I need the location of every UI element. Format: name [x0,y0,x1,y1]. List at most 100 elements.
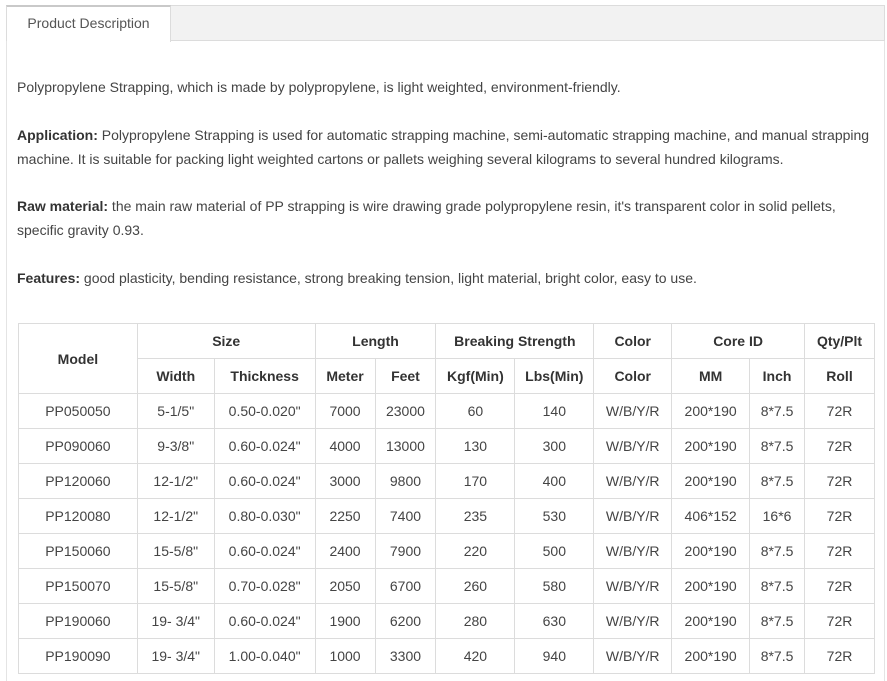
table-cell: PP150060 [18,533,138,569]
table-cell: 200*190 [671,603,751,639]
table-cell: 5-1/5" [136,393,215,429]
table-cell: PP150070 [18,568,138,604]
table-cell: 1900 [314,603,376,639]
table-cell: 140 [514,393,595,429]
application-paragraph: Application: Polypropylene Strapping is … [17,123,877,171]
table-sub-header-row: Width Thickness Meter Feet Kgf(Min) Lbs(… [19,358,875,394]
subheader-meter: Meter [314,358,376,394]
table-row: PP120080 12-1/2" 0.80-0.030" 2250 7400 235 530… [18,498,875,534]
table-cell: 235 [435,498,516,534]
table-cell: 72R [804,498,875,534]
table-row: PP120060 12-1/2" 0.60-0.024" 3000 9800 170 400… [18,463,875,499]
table-cell: 940 [514,638,595,674]
table-cell: 8*7.5 [749,533,805,569]
spec-table-body: PP050050 5-1/5" 0.50-0.020" 7000 23000 60 140 W… [18,393,875,674]
tab-bar: Product Description [6,5,885,42]
header-length: Length [314,323,437,359]
table-cell: 8*7.5 [749,393,805,429]
table-cell: 13000 [374,428,437,464]
header-core-id: Core ID [671,323,805,359]
table-cell: 4000 [314,428,376,464]
subheader-width: Width [136,358,215,394]
table-group-header-row: Model Size Length Breaking Strength Colo… [18,323,875,394]
table-cell: 60 [435,393,516,429]
table-cell: 15-5/8" [136,533,215,569]
table-cell: 1000 [314,638,376,674]
header-model: Model [18,323,138,394]
table-cell: 3000 [314,463,376,499]
table-cell: 2250 [314,498,376,534]
subheader-feet: Feet [374,358,437,394]
subheader-mm: MM [671,358,751,394]
table-cell: 200*190 [671,428,751,464]
table-cell: W/B/Y/R [593,498,673,534]
table-cell: W/B/Y/R [593,568,673,604]
features-label: Features: [17,270,81,286]
raw-material-text: the main raw material of PP strapping is… [17,198,836,238]
table-cell: 0.50-0.020" [213,393,316,429]
table-cell: W/B/Y/R [593,428,673,464]
table-cell: 630 [514,603,595,639]
tab-product-description[interactable]: Product Description [6,5,171,42]
table-cell: W/B/Y/R [593,463,673,499]
application-label: Application: [17,127,98,143]
table-cell: 8*7.5 [749,428,805,464]
table-cell: PP190090 [18,638,138,674]
table-cell: 8*7.5 [749,463,805,499]
table-cell: 2050 [314,568,376,604]
table-cell: 7400 [374,498,437,534]
table-cell: 3300 [374,638,437,674]
table-cell: 500 [514,533,595,569]
table-cell: W/B/Y/R [593,638,673,674]
raw-material-label: Raw material: [17,198,109,214]
table-cell: 200*190 [671,568,751,604]
table-cell: 0.70-0.028" [213,568,316,604]
table-cell: 2400 [314,533,376,569]
subheader-inch: Inch [749,358,805,394]
header-breaking-strength: Breaking Strength [435,323,595,359]
table-cell: 6200 [374,603,437,639]
table-cell: W/B/Y/R [593,603,673,639]
subheader-thickness: Thickness [213,358,316,394]
table-cell: 580 [514,568,595,604]
table-cell: 420 [435,638,516,674]
table-cell: 0.60-0.024" [213,533,316,569]
table-cell: 530 [514,498,595,534]
table-cell: W/B/Y/R [593,533,673,569]
table-cell: 260 [435,568,516,604]
table-cell: 72R [804,568,875,604]
table-cell: 0.80-0.030" [213,498,316,534]
table-row: PP050050 5-1/5" 0.50-0.020" 7000 23000 60 140 W… [18,393,875,429]
table-cell: 0.60-0.024" [213,603,316,639]
table-cell: 200*190 [671,638,751,674]
table-cell: PP190060 [18,603,138,639]
table-cell: 72R [804,428,875,464]
table-cell: 200*190 [671,533,751,569]
table-cell: 280 [435,603,516,639]
table-cell: PP090060 [18,428,138,464]
table-cell: 7000 [314,393,376,429]
intro-paragraph: Polypropylene Strapping, which is made b… [17,75,877,99]
table-row: PP150070 15-5/8" 0.70-0.028" 2050 6700 260 580… [18,568,875,604]
table-cell: 7900 [374,533,437,569]
table-cell: 220 [435,533,516,569]
header-color: Color [593,323,673,359]
table-cell: 200*190 [671,463,751,499]
table-cell: 72R [804,533,875,569]
table-row: PP190090 19- 3/4" 1.00-0.040" 1000 3300 420 94… [18,638,875,674]
table-cell: 300 [514,428,595,464]
table-row: PP190060 19- 3/4" 0.60-0.024" 1900 6200 280 63… [18,603,875,639]
table-cell: 9800 [374,463,437,499]
header-qty: Qty/Plt [804,323,875,359]
features-text: good plasticity, bending resistance, str… [80,270,697,286]
table-cell: 72R [804,463,875,499]
table-cell: 72R [804,638,875,674]
table-cell: W/B/Y/R [593,393,673,429]
spec-table: Model Size Length Breaking Strength Colo… [18,323,875,674]
table-row: PP090060 9-3/8" 0.60-0.024" 4000 13000 130 300… [18,428,875,464]
raw-material-paragraph: Raw material: the main raw material of P… [17,194,877,242]
table-cell: 400 [514,463,595,499]
table-cell: 130 [435,428,516,464]
table-cell: PP120060 [18,463,138,499]
subheader-lbs: Lbs(Min) [514,358,595,394]
